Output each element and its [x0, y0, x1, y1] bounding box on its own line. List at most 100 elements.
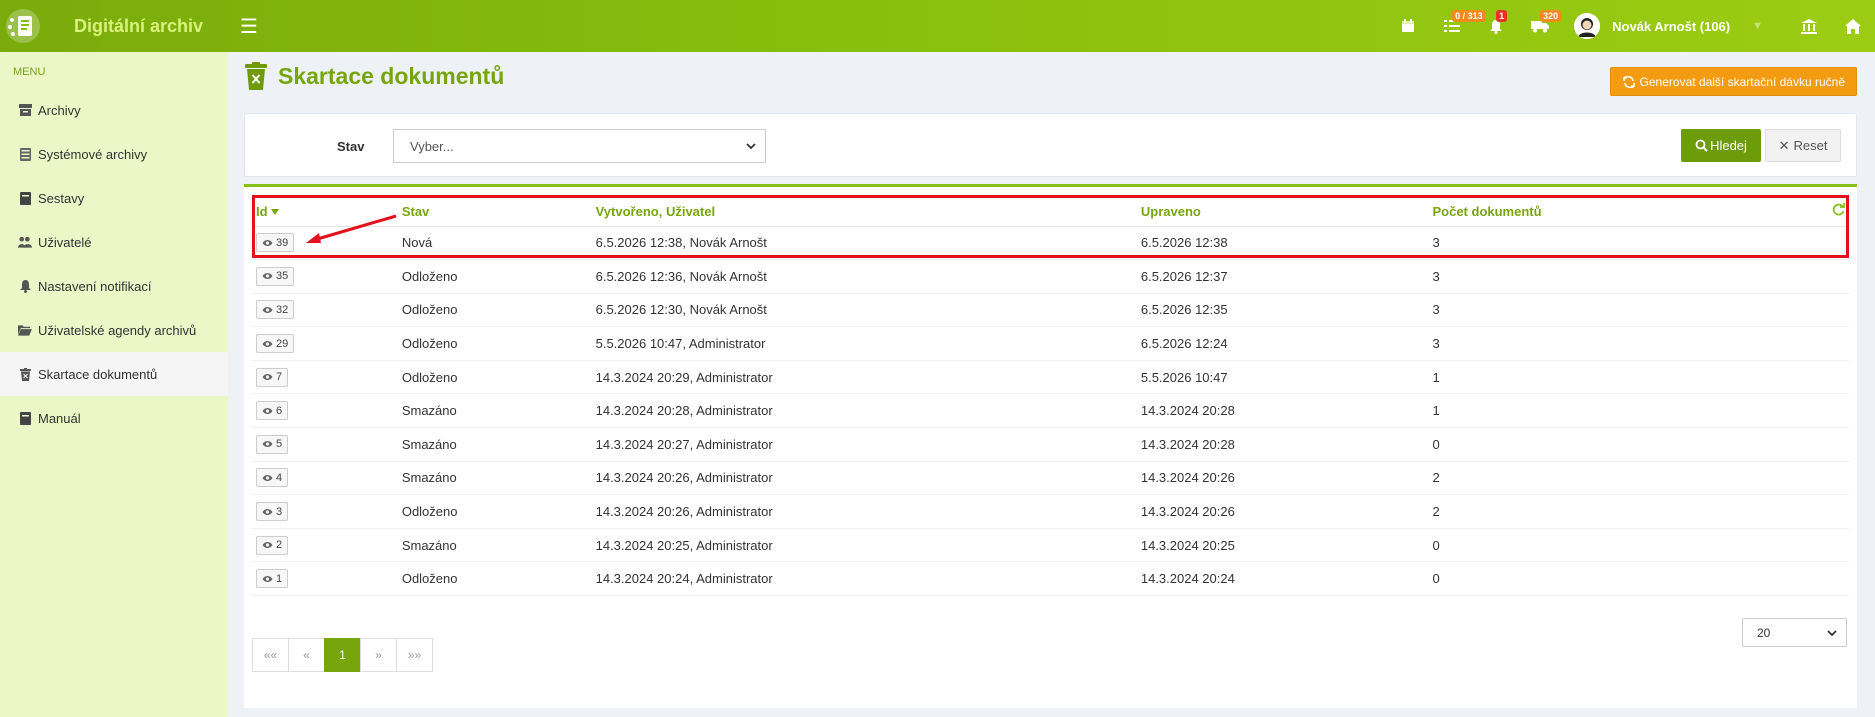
- reset-button[interactable]: ✕ Reset: [1765, 129, 1841, 162]
- table-row: 3 Odloženo 14.3.2024 20:26, Administrator 1…: [252, 494, 1849, 529]
- pagination: «« « 1 » »»: [252, 638, 433, 672]
- sidebar-item-skartace-dokumentu[interactable]: Skartace dokumentů: [0, 352, 228, 396]
- batch-id: 29: [276, 337, 289, 350]
- cell-empty: [1827, 393, 1849, 429]
- cell-vytvoreno: 14.3.2024 20:27, Administrator: [591, 427, 1137, 462]
- reset-button-label: Reset: [1793, 138, 1828, 153]
- cell-vytvoreno: 5.5.2026 10:47, Administrator: [591, 326, 1137, 361]
- page-first-button[interactable]: ««: [252, 638, 289, 672]
- batch-id: 32: [276, 303, 289, 316]
- cell-stav: Odloženo: [397, 494, 592, 529]
- column-header-vytvoreno-label: Vytvořeno: [595, 203, 659, 219]
- cell-id: 5: [252, 427, 398, 462]
- cell-pocet-dokumentu: 2: [1428, 494, 1828, 529]
- cell-id: 1: [252, 561, 398, 597]
- eye-icon: [262, 441, 273, 448]
- column-header-uzivatel-label: Uživatel: [665, 203, 716, 219]
- view-batch-button[interactable]: 1: [256, 569, 289, 589]
- batch-id: 7: [276, 371, 283, 384]
- eye-icon: [262, 474, 273, 481]
- sidebar-item-systemove-archivy[interactable]: Systémové archivy: [0, 132, 228, 176]
- view-batch-button[interactable]: 35: [256, 266, 295, 286]
- batch-id: 4: [276, 471, 283, 484]
- cell-upraveno: 14.3.2024 20:25: [1136, 528, 1429, 563]
- trash-icon: [18, 367, 32, 381]
- results-table: Id Stav Vytvořeno, Uživatel Upraveno Poč…: [252, 197, 1849, 597]
- page-size-select[interactable]: 20: [1742, 618, 1847, 647]
- table-row: 32 Odloženo 6.5.2026 12:30, Novák Arnošt 6.…: [252, 293, 1849, 328]
- cell-stav: Smazáno: [397, 393, 592, 429]
- page-prev-button[interactable]: «: [288, 638, 325, 672]
- view-batch-button[interactable]: 2: [256, 535, 289, 555]
- cell-upraveno: 6.5.2026 12:38: [1136, 226, 1429, 261]
- menu-toggle-icon[interactable]: ☰: [240, 14, 258, 39]
- tasks-button[interactable]: 0 / 313: [1430, 0, 1486, 52]
- eye-icon: [262, 542, 273, 549]
- user-menu[interactable]: Novák Arnošt (106) ▼: [1574, 13, 1787, 39]
- sidebar-item-manual[interactable]: Manuál: [0, 396, 228, 440]
- sidebar-item-sestavy[interactable]: Sestavy: [0, 176, 228, 220]
- view-batch-button[interactable]: 32: [256, 300, 295, 320]
- column-header-stav[interactable]: Stav: [397, 197, 592, 227]
- view-batch-button[interactable]: 6: [256, 401, 289, 421]
- column-header-upraveno[interactable]: Upraveno: [1136, 197, 1429, 227]
- eye-icon: [262, 508, 273, 515]
- table-row: 2 Smazáno 14.3.2024 20:25, Administrator 14…: [252, 528, 1849, 563]
- cell-upraveno: 14.3.2024 20:26: [1136, 494, 1429, 529]
- view-batch-button[interactable]: 7: [256, 367, 289, 387]
- brand: Digitální archiv: [0, 0, 228, 52]
- cell-stav: Odloženo: [397, 293, 592, 328]
- view-batch-button[interactable]: 3: [256, 502, 289, 522]
- refresh-icon[interactable]: [1832, 203, 1845, 216]
- cell-stav: Odloženo: [397, 561, 592, 597]
- sidebar-item-archivy[interactable]: Archivy: [0, 88, 228, 132]
- generate-batch-button[interactable]: Generovat další skartační dávku ručně: [1609, 67, 1857, 96]
- cell-empty: [1827, 528, 1849, 563]
- calendar-button[interactable]: [1386, 0, 1430, 52]
- cell-empty: [1827, 561, 1849, 597]
- cell-pocet-dokumentu: 0: [1428, 561, 1828, 597]
- cell-vytvoreno: 14.3.2024 20:26, Administrator: [591, 461, 1137, 496]
- sidebar-item-label: Archivy: [38, 102, 81, 118]
- page-next-button[interactable]: »: [360, 638, 397, 672]
- cell-empty: [1827, 259, 1849, 294]
- avatar: [1574, 13, 1601, 39]
- queue-button[interactable]: 320: [1518, 0, 1562, 52]
- eye-icon: [262, 273, 273, 280]
- cell-stav: Nová: [397, 226, 592, 261]
- menu-label: MENU: [13, 66, 46, 78]
- page-last-button[interactable]: »»: [396, 638, 433, 672]
- cell-id: 2: [252, 528, 398, 563]
- cell-stav: Smazáno: [397, 427, 592, 462]
- top-bar: Digitální archiv ☰ 0 / 313 1 320 Novák A…: [0, 0, 1875, 52]
- results-panel: Id Stav Vytvořeno, Uživatel Upraveno Poč…: [244, 184, 1857, 708]
- cell-pocet-dokumentu: 1: [1428, 393, 1828, 429]
- view-batch-button[interactable]: 39: [256, 233, 295, 253]
- shredder-trash-icon: [245, 62, 267, 90]
- batch-id: 35: [276, 270, 289, 283]
- home-button[interactable]: [1831, 0, 1875, 52]
- sidebar-item-nastaveni-notifikaci[interactable]: Nastavení notifikací: [0, 264, 228, 308]
- cell-upraveno: 14.3.2024 20:26: [1136, 461, 1429, 496]
- cell-upraveno: 14.3.2024 20:24: [1136, 561, 1429, 597]
- search-button[interactable]: Hledej: [1681, 129, 1761, 162]
- sidebar-item-uzivatele[interactable]: Uživatelé: [0, 220, 228, 264]
- column-header-pocet-dokumentu[interactable]: Počet dokumentů: [1428, 197, 1828, 227]
- column-header-vytvoreno[interactable]: Vytvořeno, Uživatel: [591, 197, 1137, 227]
- view-batch-button[interactable]: 5: [256, 434, 289, 454]
- view-batch-button[interactable]: 29: [256, 334, 295, 354]
- cell-empty: [1827, 293, 1849, 328]
- notifications-button[interactable]: 1: [1474, 0, 1518, 52]
- institution-button[interactable]: [1787, 0, 1831, 52]
- cell-vytvoreno: 6.5.2026 12:30, Novák Arnošt: [591, 293, 1137, 328]
- view-batch-button[interactable]: 4: [256, 468, 289, 488]
- close-icon: ✕: [1778, 137, 1790, 153]
- stav-select[interactable]: Vyber...: [393, 129, 766, 163]
- cell-id: 7: [252, 360, 398, 395]
- sidebar-item-uzivatelske-agendy-archivu[interactable]: Uživatelské agendy archivů: [0, 308, 228, 352]
- cell-id: 35: [252, 259, 398, 294]
- page-current-button[interactable]: 1: [324, 638, 361, 672]
- cell-stav: Odloženo: [397, 360, 592, 395]
- cell-stav: Odloženo: [397, 326, 592, 361]
- book-icon: [18, 411, 32, 425]
